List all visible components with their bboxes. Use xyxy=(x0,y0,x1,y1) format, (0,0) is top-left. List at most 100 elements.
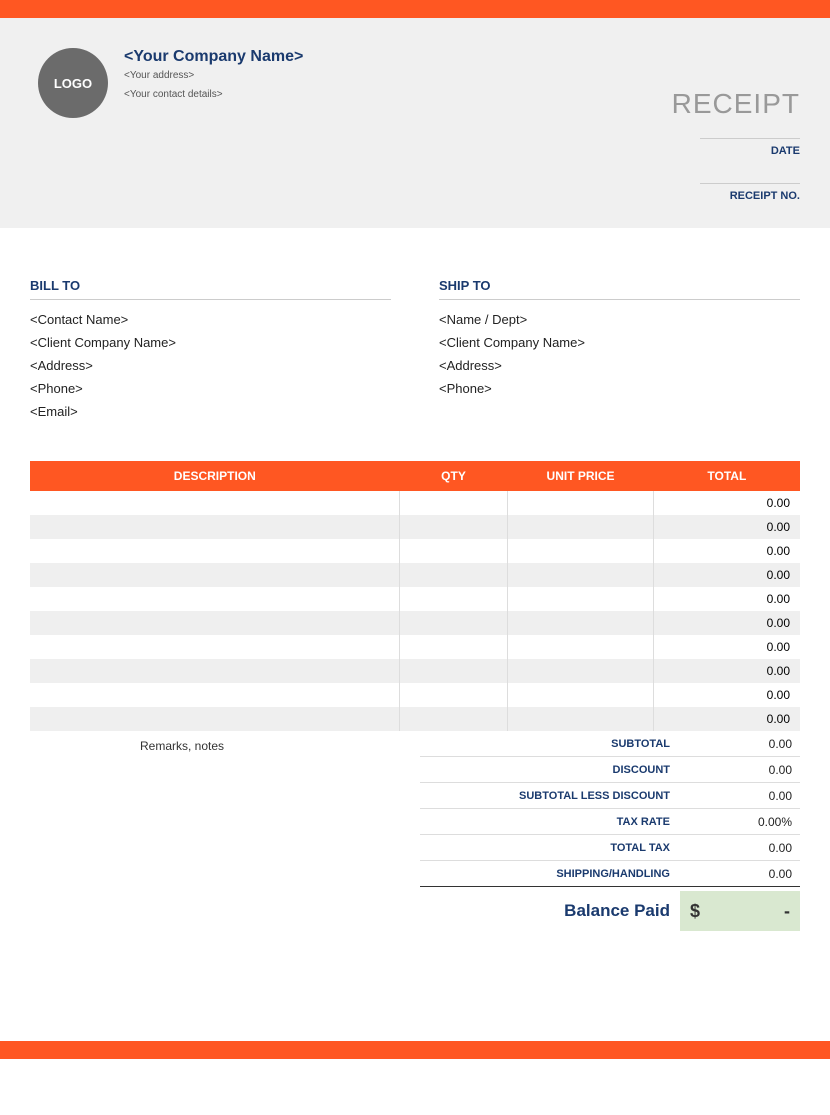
receipt-no-label: RECEIPT NO. xyxy=(700,190,800,202)
date-field[interactable]: DATE xyxy=(700,138,800,157)
table-row: 0.00 xyxy=(30,491,800,515)
bill-to-company[interactable]: <Client Company Name> xyxy=(30,335,391,350)
cell-total[interactable]: 0.00 xyxy=(654,587,800,611)
cell-description[interactable] xyxy=(30,611,400,635)
subtotal-value[interactable]: 0.00 xyxy=(680,737,800,751)
cell-total[interactable]: 0.00 xyxy=(654,707,800,731)
cell-qty[interactable] xyxy=(400,515,508,539)
parties-section: BILL TO <Contact Name> <Client Company N… xyxy=(0,228,830,447)
shipping-row: SHIPPING/HANDLING 0.00 xyxy=(420,861,800,887)
tax-rate-label: TAX RATE xyxy=(420,816,680,828)
shipping-label: SHIPPING/HANDLING xyxy=(420,868,680,880)
company-name[interactable]: <Your Company Name> xyxy=(124,48,303,66)
subtotal-row: SUBTOTAL 0.00 xyxy=(420,731,800,757)
total-tax-label: TOTAL TAX xyxy=(420,842,680,854)
bill-to-heading: BILL TO xyxy=(30,278,391,300)
cell-total[interactable]: 0.00 xyxy=(654,491,800,515)
bottom-accent-bar xyxy=(0,1041,830,1059)
cell-description[interactable] xyxy=(30,563,400,587)
cell-total[interactable]: 0.00 xyxy=(654,635,800,659)
cell-total[interactable]: 0.00 xyxy=(654,683,800,707)
table-row: 0.00 xyxy=(30,587,800,611)
bill-to-phone[interactable]: <Phone> xyxy=(30,381,391,396)
company-contact[interactable]: <Your contact details> xyxy=(124,89,303,100)
cell-unit-price[interactable] xyxy=(507,587,653,611)
subtotal-less-row: SUBTOTAL LESS DISCOUNT 0.00 xyxy=(420,783,800,809)
col-description: DESCRIPTION xyxy=(30,461,400,491)
cell-qty[interactable] xyxy=(400,659,508,683)
cell-total[interactable]: 0.00 xyxy=(654,539,800,563)
table-row: 0.00 xyxy=(30,539,800,563)
bill-to-column: BILL TO <Contact Name> <Client Company N… xyxy=(30,278,391,427)
col-unit-price: UNIT PRICE xyxy=(507,461,653,491)
shipping-value[interactable]: 0.00 xyxy=(680,867,800,881)
tax-rate-value[interactable]: 0.00% xyxy=(680,815,800,829)
cell-description[interactable] xyxy=(30,635,400,659)
col-total: TOTAL xyxy=(654,461,800,491)
balance-currency: $ xyxy=(690,901,700,922)
cell-qty[interactable] xyxy=(400,611,508,635)
balance-box: $ - xyxy=(680,891,800,931)
cell-total[interactable]: 0.00 xyxy=(654,611,800,635)
cell-total[interactable]: 0.00 xyxy=(654,659,800,683)
cell-unit-price[interactable] xyxy=(507,515,653,539)
ship-to-company[interactable]: <Client Company Name> xyxy=(439,335,800,350)
cell-qty[interactable] xyxy=(400,635,508,659)
cell-qty[interactable] xyxy=(400,707,508,731)
meta-block: DATE RECEIPT NO. xyxy=(700,138,800,228)
bill-to-contact[interactable]: <Contact Name> xyxy=(30,312,391,327)
company-info: <Your Company Name> <Your address> <Your… xyxy=(124,48,303,108)
cell-unit-price[interactable] xyxy=(507,683,653,707)
table-row: 0.00 xyxy=(30,515,800,539)
cell-unit-price[interactable] xyxy=(507,563,653,587)
cell-qty[interactable] xyxy=(400,539,508,563)
company-address[interactable]: <Your address> xyxy=(124,70,303,81)
receipt-no-field[interactable]: RECEIPT NO. xyxy=(700,183,800,202)
total-tax-row: TOTAL TAX 0.00 xyxy=(420,835,800,861)
discount-label: DISCOUNT xyxy=(420,764,680,776)
ship-to-name[interactable]: <Name / Dept> xyxy=(439,312,800,327)
logo-placeholder: LOGO xyxy=(38,48,108,118)
cell-description[interactable] xyxy=(30,707,400,731)
subtotal-less-value[interactable]: 0.00 xyxy=(680,789,800,803)
ship-to-heading: SHIP TO xyxy=(439,278,800,300)
cell-qty[interactable] xyxy=(400,491,508,515)
bottom-spacer xyxy=(0,931,830,1041)
tax-rate-row: TAX RATE 0.00% xyxy=(420,809,800,835)
cell-total[interactable]: 0.00 xyxy=(654,515,800,539)
total-tax-value[interactable]: 0.00 xyxy=(680,841,800,855)
discount-row: DISCOUNT 0.00 xyxy=(420,757,800,783)
ship-to-phone[interactable]: <Phone> xyxy=(439,381,800,396)
cell-description[interactable] xyxy=(30,659,400,683)
discount-value[interactable]: 0.00 xyxy=(680,763,800,777)
cell-unit-price[interactable] xyxy=(507,539,653,563)
cell-unit-price[interactable] xyxy=(507,491,653,515)
subtotal-label: SUBTOTAL xyxy=(420,738,680,750)
ship-to-address[interactable]: <Address> xyxy=(439,358,800,373)
cell-description[interactable] xyxy=(30,683,400,707)
cell-qty[interactable] xyxy=(400,683,508,707)
cell-unit-price[interactable] xyxy=(507,611,653,635)
table-row: 0.00 xyxy=(30,659,800,683)
summary-section: Remarks, notes SUBTOTAL 0.00 DISCOUNT 0.… xyxy=(30,731,800,931)
summary-totals: SUBTOTAL 0.00 DISCOUNT 0.00 SUBTOTAL LES… xyxy=(420,731,800,931)
balance-label: Balance Paid xyxy=(420,901,680,921)
bill-to-address[interactable]: <Address> xyxy=(30,358,391,373)
cell-description[interactable] xyxy=(30,539,400,563)
balance-amount[interactable]: - xyxy=(700,901,790,922)
cell-qty[interactable] xyxy=(400,587,508,611)
cell-description[interactable] xyxy=(30,491,400,515)
cell-unit-price[interactable] xyxy=(507,659,653,683)
cell-total[interactable]: 0.00 xyxy=(654,563,800,587)
cell-description[interactable] xyxy=(30,515,400,539)
date-label: DATE xyxy=(700,145,800,157)
table-row: 0.00 xyxy=(30,707,800,731)
bill-to-email[interactable]: <Email> xyxy=(30,404,391,419)
cell-unit-price[interactable] xyxy=(507,707,653,731)
remarks-label[interactable]: Remarks, notes xyxy=(30,731,420,931)
cell-unit-price[interactable] xyxy=(507,635,653,659)
subtotal-less-label: SUBTOTAL LESS DISCOUNT xyxy=(420,790,680,802)
col-qty: QTY xyxy=(400,461,508,491)
cell-description[interactable] xyxy=(30,587,400,611)
cell-qty[interactable] xyxy=(400,563,508,587)
